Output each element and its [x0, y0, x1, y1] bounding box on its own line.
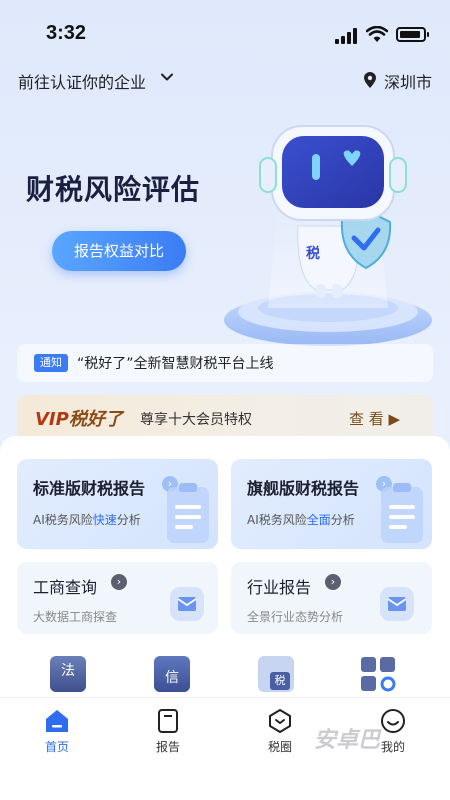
robot-tax-char-icon: 税 — [306, 245, 320, 262]
status-bar: 3:32 — [0, 0, 450, 62]
watermark: 安卓巴 — [314, 728, 381, 753]
tax-calc-icon[interactable]: 税 — [258, 656, 294, 692]
home-icon — [46, 710, 68, 732]
city-selector[interactable]: 深圳市 — [384, 69, 432, 93]
notice-tag: 通知 — [34, 354, 68, 372]
arrow-right-icon: › — [111, 574, 127, 590]
tab-report[interactable]: 报告 — [128, 708, 208, 755]
mail-icon — [380, 587, 414, 621]
tab-tax-circle[interactable]: 税圈 — [240, 708, 320, 755]
industry-report-card[interactable]: 行业报告 › 全景行业态势分析 — [231, 562, 432, 634]
status-time: 3:32 — [46, 22, 87, 44]
card-title: 行业报告 — [247, 578, 312, 597]
clipboard-icon — [381, 483, 423, 543]
report-compare-button[interactable]: 报告权益对比 — [52, 231, 186, 271]
card-title: 工商查询 — [33, 578, 98, 597]
credit-icon[interactable]: 信 — [154, 656, 190, 692]
battery-icon — [396, 27, 429, 42]
law-icon[interactable]: 法 — [50, 656, 86, 692]
card-title: 标准版财税报告 — [33, 479, 146, 498]
tab-home[interactable]: 首页 — [17, 708, 97, 755]
location-pin-icon[interactable] — [364, 72, 376, 88]
verify-company-link[interactable]: 前往认证你的企业 — [18, 69, 146, 93]
arrow-right-icon: › — [325, 574, 341, 590]
card-subtitle: AI税务风险快速分析 — [33, 513, 141, 527]
standard-report-card[interactable]: 标准版财税报告 › AI税务风险快速分析 — [17, 459, 218, 549]
tab-label: 报告 — [155, 740, 180, 754]
business-query-card[interactable]: 工商查询 › 大数据工商探查 — [17, 562, 218, 634]
profile-icon — [381, 709, 405, 733]
top-bar: 前往认证你的企业 深圳市 — [0, 66, 450, 96]
more-apps-icon[interactable] — [360, 656, 396, 692]
card-subtitle: 全景行业态势分析 — [247, 610, 344, 624]
vip-banner[interactable]: VIP税好了 尊享十大会员特权 查 看 ▶ — [17, 395, 433, 439]
chevron-down-icon[interactable] — [160, 70, 174, 84]
notice-text: “税好了”全新智慧财税平台上线 — [77, 356, 274, 372]
tax-circle-icon — [269, 709, 291, 733]
clipboard-icon — [167, 483, 209, 543]
card-subtitle: 大数据工商探查 — [33, 610, 118, 624]
card-subtitle: AI税务风险全面分析 — [247, 513, 355, 527]
cellular-signal-icon — [335, 28, 357, 44]
quick-tools-row: 法 信 税 — [0, 650, 450, 698]
wifi-icon — [366, 26, 388, 42]
report-icon — [158, 709, 178, 733]
notice-bar[interactable]: 通知 “税好了”全新智慧财税平台上线 — [17, 344, 433, 382]
vip-logo: VIP税好了 — [35, 409, 123, 430]
tab-label: 税圈 — [267, 740, 292, 754]
tab-label: 首页 — [44, 740, 69, 754]
flagship-report-card[interactable]: 旗舰版财税报告 › AI税务风险全面分析 — [231, 459, 432, 549]
bottom-tab-bar: 首页 报告 税圈 我的 — [0, 697, 450, 800]
vip-view-link[interactable]: 查 看 ▶ — [349, 408, 400, 429]
card-title: 旗舰版财税报告 — [247, 479, 360, 498]
vip-desc: 尊享十大会员特权 — [140, 412, 252, 428]
robot-illustration: 税 — [224, 125, 432, 346]
mail-icon — [170, 587, 204, 621]
hero-title: 财税风险评估 — [26, 173, 201, 206]
